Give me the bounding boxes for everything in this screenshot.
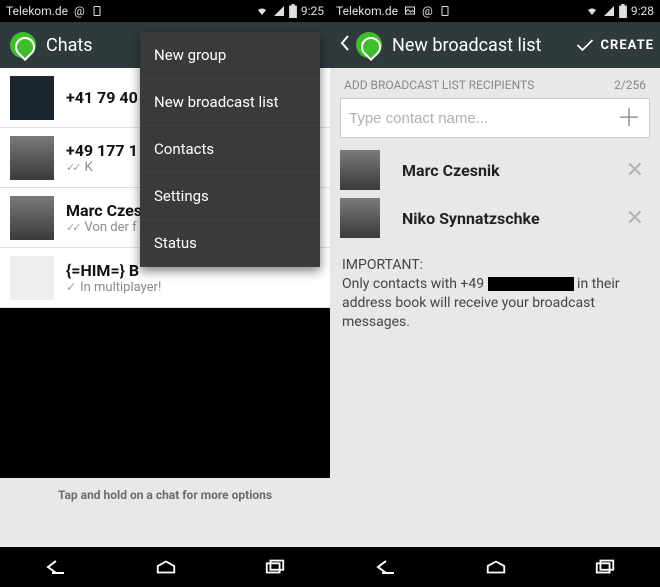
check-icon — [575, 37, 595, 53]
avatar — [340, 150, 380, 190]
double-check-icon: ✓✓ — [66, 161, 78, 174]
clock-label: 9:28 — [631, 4, 654, 18]
image-icon — [404, 5, 416, 17]
back-icon[interactable] — [44, 558, 68, 576]
recipient-name: Marc Czesnik — [402, 161, 616, 180]
hint-text: Tap and hold on a chat for more options — [0, 478, 330, 520]
chat-subtitle: Von der f — [84, 220, 136, 235]
status-bar: Telekom.de @ 9:28 — [330, 0, 660, 22]
check-icon: ✓ — [66, 280, 76, 294]
action-bar: New broadcast list CREATE — [330, 22, 660, 68]
menu-item-status[interactable]: Status — [140, 220, 320, 267]
whatsapp-logo-icon — [10, 32, 36, 58]
recipient-row[interactable]: Niko Synnatzschke ✕ — [330, 194, 660, 242]
menu-item-contacts[interactable]: Contacts — [140, 126, 320, 173]
signal-icon — [273, 5, 285, 17]
recipients-count: 2/256 — [614, 78, 646, 92]
clipboard-icon — [91, 5, 103, 17]
contact-name-input[interactable] — [349, 110, 617, 127]
carrier-label: Telekom.de — [6, 4, 68, 18]
avatar — [10, 256, 54, 300]
wifi-icon — [255, 5, 269, 17]
overflow-menu: New group New broadcast list Contacts Se… — [140, 32, 320, 267]
avatar — [10, 136, 54, 180]
create-label: CREATE — [601, 38, 654, 53]
carrier-label: Telekom.de — [336, 4, 398, 18]
menu-item-settings[interactable]: Settings — [140, 173, 320, 220]
avatar — [10, 76, 54, 120]
back-icon[interactable] — [374, 558, 398, 576]
menu-item-new-group[interactable]: New group — [140, 32, 320, 79]
signal-icon — [603, 5, 615, 17]
wifi-icon — [585, 5, 599, 17]
at-icon: @ — [74, 4, 85, 18]
recipient-row[interactable]: Marc Czesnik ✕ — [330, 146, 660, 194]
battery-icon — [619, 4, 627, 18]
recipient-name: Niko Synnatzschke — [402, 209, 616, 228]
avatar — [10, 196, 54, 240]
home-icon[interactable] — [155, 558, 177, 576]
back-icon[interactable] — [340, 34, 350, 56]
phone-right: Telekom.de @ 9:28 New bro — [330, 0, 660, 587]
page-title: New broadcast list — [392, 35, 575, 56]
important-text-prefix: Only contacts with +49 — [342, 276, 488, 292]
status-bar: Telekom.de @ 9:25 — [0, 0, 330, 22]
empty-area — [0, 308, 330, 478]
broadcast-body: ADD BROADCAST LIST RECIPIENTS 2/256 ＋ Ma… — [330, 68, 660, 332]
redacted-phone — [488, 277, 574, 291]
clipboard-icon — [439, 5, 451, 17]
important-label: IMPORTANT: — [342, 257, 423, 273]
recent-apps-icon[interactable] — [594, 559, 616, 575]
nav-bar — [0, 547, 330, 587]
phone-left: Telekom.de @ 9:25 Chats — [0, 0, 330, 587]
chat-subtitle: In multiplayer! — [80, 280, 161, 295]
whatsapp-logo-icon — [356, 32, 382, 58]
chat-subtitle: K — [84, 160, 92, 175]
contact-input-row[interactable]: ＋ — [340, 98, 650, 138]
nav-bar — [330, 547, 660, 587]
recipients-header: ADD BROADCAST LIST RECIPIENTS — [344, 78, 534, 92]
menu-item-new-broadcast[interactable]: New broadcast list — [140, 79, 320, 126]
create-button[interactable]: CREATE — [575, 37, 654, 53]
at-icon: @ — [422, 4, 433, 18]
double-check-icon: ✓✓ — [66, 221, 78, 234]
add-contact-icon[interactable]: ＋ — [617, 106, 641, 130]
important-note: IMPORTANT: Only contacts with +49 in the… — [330, 242, 660, 332]
avatar — [340, 198, 380, 238]
remove-recipient-icon[interactable]: ✕ — [626, 158, 650, 183]
clock-label: 9:25 — [301, 4, 324, 18]
home-icon[interactable] — [485, 558, 507, 576]
battery-icon — [289, 4, 297, 18]
remove-recipient-icon[interactable]: ✕ — [626, 206, 650, 231]
recent-apps-icon[interactable] — [264, 559, 286, 575]
